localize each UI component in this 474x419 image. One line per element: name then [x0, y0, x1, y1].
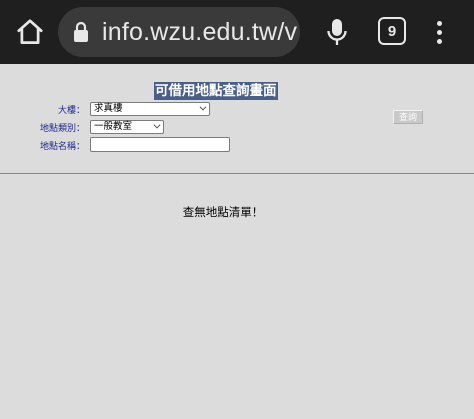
- browser-toolbar: info.wzu.edu.tw/v 9: [0, 0, 474, 64]
- empty-result-message: 查無地點清單！: [182, 205, 264, 219]
- tab-switcher-button[interactable]: 9: [378, 17, 406, 45]
- building-select[interactable]: 求真樓: [90, 102, 210, 116]
- menu-dot-icon: [436, 29, 442, 35]
- menu-dot-icon: [436, 20, 442, 26]
- page-title: 可借用地點查詢畫面: [154, 82, 278, 100]
- building-selected-value: 求真樓: [94, 103, 123, 114]
- location-name-label: 地點名稱：: [39, 142, 85, 152]
- building-label: 大樓：: [57, 106, 85, 116]
- address-bar[interactable]: info.wzu.edu.tw/v: [58, 7, 300, 57]
- home-icon: [17, 19, 43, 44]
- chevron-down-icon: [199, 103, 207, 111]
- chevron-down-icon: [153, 121, 161, 129]
- voice-search-button[interactable]: [320, 14, 354, 50]
- location-type-select[interactable]: 一般教室: [90, 120, 164, 134]
- microphone-icon: [327, 19, 347, 45]
- location-name-input[interactable]: [90, 137, 230, 152]
- web-page: 可借用地點查詢畫面 大樓： 求真樓 地點類別： 一般教室 地點名稱： 查詢 查無…: [0, 64, 474, 419]
- divider: [0, 173, 474, 174]
- location-type-selected-value: 一般教室: [94, 121, 133, 132]
- more-menu-button[interactable]: [428, 14, 450, 50]
- query-button[interactable]: 查詢: [393, 110, 423, 124]
- url-text: info.wzu.edu.tw/v: [102, 17, 298, 46]
- lock-icon: [64, 7, 98, 57]
- location-type-label: 地點類別：: [39, 124, 85, 134]
- menu-dot-icon: [436, 38, 442, 44]
- home-button[interactable]: [12, 14, 48, 50]
